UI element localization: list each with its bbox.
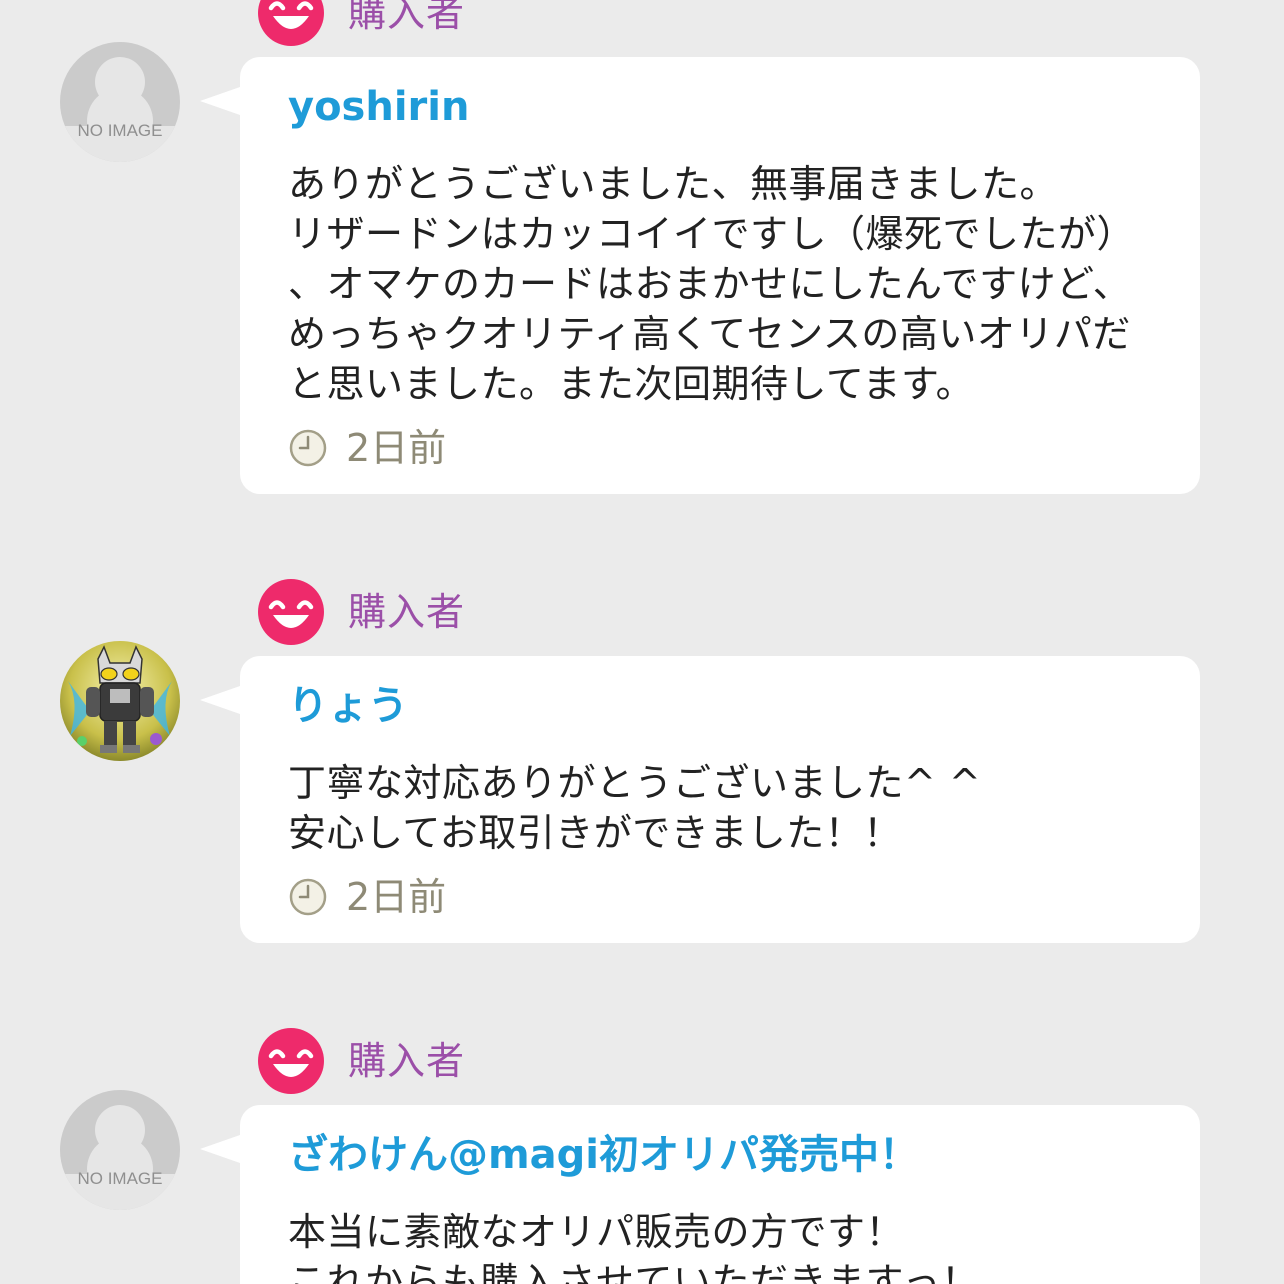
no-image-text: NO IMAGE [77,1169,162,1188]
review-comment: 本当に素敵なオリパ販売の方です！ これからも購入させていただきますっ！ [288,1210,980,1284]
clock-icon [289,429,327,467]
smile-rating-icon [258,0,324,46]
avatar[interactable]: NO IMAGE [60,42,180,162]
smile-rating-icon [258,1028,324,1094]
time-ago: 2日前 [346,875,447,919]
review-list: 購入者 NO IMAGE yoshirin ありがとうございました、無事届きまし… [0,0,1284,1284]
smile-rating-icon [258,579,324,645]
review-comment: ありがとうございました、無事届きました。 リザードンはカッコイイですし（爆死でし… [288,162,1136,406]
armored-hero-avatar-icon [60,641,180,761]
time-ago: 2日前 [346,426,447,470]
review-card: ざわけん@magi初オリパ発売中！ 本当に素敵なオリパ販売の方です！ これからも… [200,1105,1200,1284]
card-tail [200,87,240,115]
badge-label: 購入者 [348,1039,466,1083]
username-link[interactable]: りょう [288,680,1152,732]
badge-label: 購入者 [348,590,466,634]
timestamp: 2日前 [288,423,1152,473]
no-image-text: NO IMAGE [77,121,162,140]
clock-icon [289,878,327,916]
username-link[interactable]: yoshirin [288,81,1152,133]
card-tail [200,1135,240,1163]
badge-label: 購入者 [348,0,466,35]
review-card: yoshirin ありがとうございました、無事届きました。 リザードンはカッコイ… [200,57,1200,494]
no-image-avatar-icon: NO IMAGE [60,42,180,162]
timestamp: 2日前 [288,872,1152,922]
avatar[interactable] [60,641,180,761]
buyer-badge: 購入者 [258,579,465,645]
no-image-avatar-icon: NO IMAGE [60,1090,180,1210]
avatar[interactable]: NO IMAGE [60,1090,180,1210]
username-link[interactable]: ざわけん@magi初オリパ発売中！ [288,1129,1152,1181]
card-tail [200,686,240,714]
buyer-badge: 購入者 [258,1028,465,1094]
review-card: りょう 丁寧な対応ありがとうございました^ ^ 安心してお取引きができました！！… [200,656,1200,943]
buyer-badge: 購入者 [258,0,465,46]
review-comment: 丁寧な対応ありがとうございました^ ^ 安心してお取引きができました！！ [288,761,982,855]
